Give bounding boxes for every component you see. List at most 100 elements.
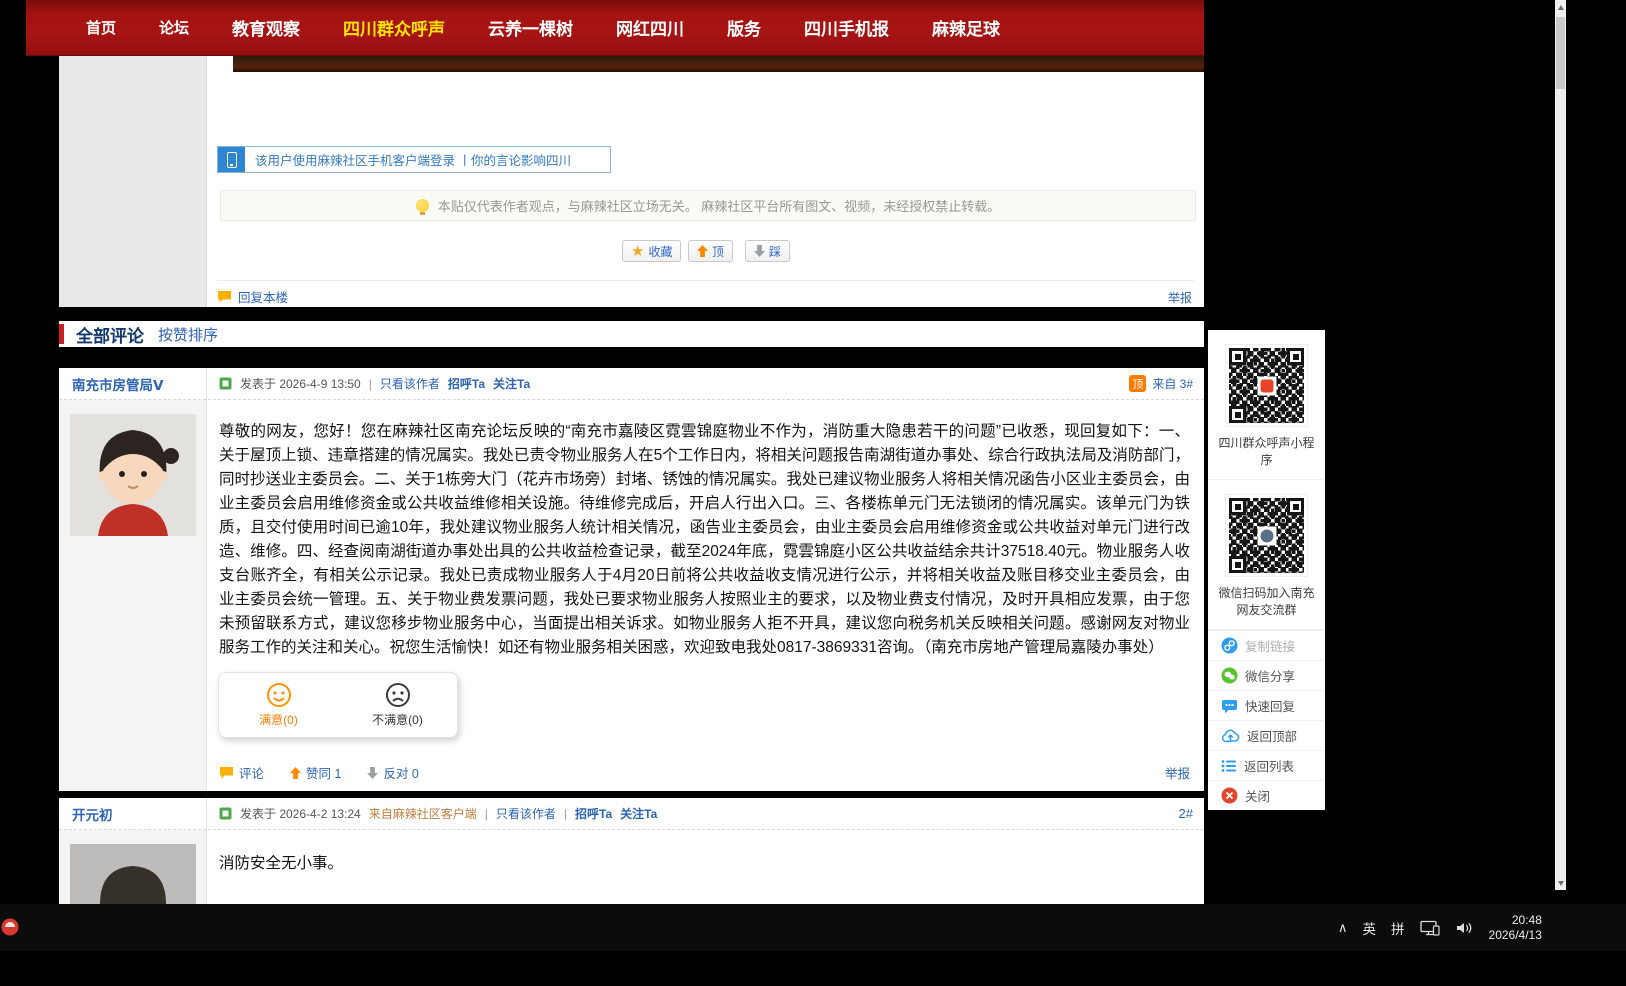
downvote-post-button[interactable]: 踩 <box>745 240 791 262</box>
bulb-icon <box>415 199 429 215</box>
unsatisfied-label: 不满意(0) <box>372 713 423 727</box>
agree-link[interactable]: 赞同 1 <box>290 763 341 782</box>
client-source-link[interactable]: 来自麻辣社区客户端 <box>369 805 477 822</box>
avatar[interactable] <box>70 844 196 904</box>
report-link[interactable]: 举报 <box>1168 289 1192 306</box>
miniprogram-qr-caption: 四川群众呼声小程序 <box>1218 436 1315 467</box>
floor-number-link[interactable]: 2# <box>1179 806 1193 821</box>
only-author-link[interactable]: 只看该作者 <box>496 805 556 822</box>
ime-pinyin-indicator[interactable]: 拼 <box>1391 918 1405 938</box>
satisfied-button[interactable]: 满意(0) <box>219 673 338 737</box>
comment-meta-row: 发表于 2026-4-9 13:50 | 只看该作者 招呼Ta 关注Ta 顶 来… <box>208 368 1204 400</box>
taskbar-app-icon[interactable] <box>1 914 21 945</box>
report-link[interactable]: 举报 <box>1165 763 1190 782</box>
taskbar-clock[interactable]: 20:48 2026/4/13 <box>1489 913 1542 943</box>
back-to-top-button[interactable]: 返回顶部 <box>1208 720 1325 750</box>
post-time: 发表于 2026-4-9 13:50 <box>240 377 361 391</box>
comment-card: 南充市房管局Ⅴ 发表于 2026-4-9 13:50 | 只看该作者 招呼Ta … <box>59 368 1204 791</box>
phone-icon <box>218 147 245 172</box>
separator: | <box>563 806 568 821</box>
disclaimer-bar: 本贴仅代表作者观点，与麻辣社区立场无关。 麻辣社区平台所有图文、视频，未经授权禁… <box>220 190 1196 221</box>
sort-by-likes-link[interactable]: 按赞排序 <box>158 324 218 345</box>
comment-reply-link[interactable]: 评论 <box>219 763 264 782</box>
satisfied-label: 满意(0) <box>259 713 298 727</box>
comment-meta-right: 顶 来自 3# <box>1129 375 1193 392</box>
mobile-client-notice-text: 该用户使用麻辣社区手机客户端登录 丨你的言论影响四川 <box>255 154 571 168</box>
qr-center-logo <box>1257 526 1276 545</box>
tray-expand-icon[interactable]: ∧ <box>1338 920 1348 936</box>
back-to-list-button[interactable]: 返回列表 <box>1208 750 1325 780</box>
nav-item-education[interactable]: 教育观察 <box>232 15 300 40</box>
arrow-down-icon <box>754 245 765 257</box>
section-marker <box>59 324 64 344</box>
favorite-button[interactable]: ★ 收藏 <box>622 240 682 262</box>
follow-link[interactable]: 关注Ta <box>620 805 657 822</box>
comment-author-link[interactable]: 开元初 <box>72 804 113 824</box>
follow-link[interactable]: 关注Ta <box>493 375 530 392</box>
comment-body: 消防安全无小事。 <box>219 855 344 872</box>
comment-author-link[interactable]: 南充市房管局Ⅴ <box>72 374 163 394</box>
mobile-client-notice[interactable]: 该用户使用麻辣社区手机客户端登录 丨你的言论影响四川 <box>217 146 611 173</box>
arrow-up-icon <box>290 766 302 779</box>
nav-item-voice-of-people[interactable]: 四川群众呼声 <box>343 15 445 40</box>
author-row: 开元初 <box>59 798 206 830</box>
taskbar: ∧ 英 拼 20:48 2026/4/13 <box>0 904 1626 951</box>
wechat-group-qr-section: 微信扫码加入南充网友交流群 <box>1208 480 1325 630</box>
unsatisfied-button[interactable]: 不满意(0) <box>338 673 457 737</box>
separator: | <box>484 806 488 821</box>
comment-body: 尊敬的网友，您好！您在麻辣社区南充论坛反映的“南充市嘉陵区霓雲锦庭物业不作为，消… <box>219 423 1190 656</box>
nav-item-mobile-news[interactable]: 四川手机报 <box>804 15 889 40</box>
miniprogram-qr-code <box>1225 344 1308 427</box>
nav-item-home[interactable]: 首页 <box>86 17 116 38</box>
comment-footer: 评论 赞同 1 反对 0 举报 <box>219 763 1190 782</box>
greet-link[interactable]: 招呼Ta <box>575 805 612 822</box>
comment-meta-right: 2# <box>1179 806 1193 821</box>
nav-item-internet-famous[interactable]: 网红四川 <box>616 15 684 40</box>
wechat-group-qr-code <box>1225 494 1308 577</box>
clock-time: 20:48 <box>1511 912 1542 927</box>
nav-item-moderation[interactable]: 版务 <box>727 15 761 40</box>
ime-english-indicator[interactable]: 英 <box>1363 918 1377 938</box>
divider <box>217 280 1194 281</box>
connect-device-icon[interactable] <box>1419 920 1440 936</box>
nav-item-forum[interactable]: 论坛 <box>159 17 189 38</box>
wechat-icon <box>1221 667 1238 684</box>
copy-link-button[interactable]: 复制链接 <box>1208 630 1325 660</box>
list-icon <box>1221 759 1236 772</box>
favorite-label: 收藏 <box>648 244 673 259</box>
nav-item-football[interactable]: 麻辣足球 <box>932 15 1000 40</box>
post-time: 发表于 2026-4-2 13:24 <box>240 807 361 821</box>
wechat-share-button[interactable]: 微信分享 <box>1208 660 1325 690</box>
comments-title: 全部评论 <box>76 326 144 346</box>
miniprogram-qr-section: 四川群众呼声小程序 <box>1208 330 1325 480</box>
from-floor-link[interactable]: 来自 3# <box>1152 375 1193 392</box>
upvote-label: 顶 <box>712 244 725 259</box>
scroll-up-button[interactable] <box>1555 0 1566 14</box>
close-button[interactable]: 关闭 <box>1208 780 1325 810</box>
separator: | <box>368 376 372 391</box>
reply-floor-label: 回复本楼 <box>238 291 289 305</box>
nav-item-tree[interactable]: 云养一棵树 <box>488 15 573 40</box>
scrollbar-thumb[interactable] <box>1556 17 1565 89</box>
upvote-post-button[interactable]: 顶 <box>688 240 734 262</box>
scroll-down-button[interactable] <box>1555 876 1566 890</box>
only-author-link[interactable]: 只看该作者 <box>380 375 440 392</box>
reply-floor-link[interactable]: 回复本楼 <box>217 287 288 306</box>
chat-bubble-icon <box>220 767 233 779</box>
star-icon: ★ <box>631 242 645 260</box>
floor-icon <box>219 807 232 820</box>
floor-icon <box>219 377 232 390</box>
comment-author-column: 南充市房管局Ⅴ <box>59 368 207 791</box>
disclaimer-text: 本贴仅代表作者观点，与麻辣社区立场无关。 麻辣社区平台所有图文、视频，未经授权禁… <box>437 199 1001 214</box>
oppose-link[interactable]: 反对 0 <box>367 763 419 782</box>
avatar[interactable] <box>70 414 196 541</box>
qr-center-logo <box>1257 376 1276 395</box>
scrollbar[interactable] <box>1555 0 1566 890</box>
arrow-down-icon <box>367 766 379 779</box>
quick-reply-button[interactable]: 快速回复 <box>1208 690 1325 720</box>
greet-link[interactable]: 招呼Ta <box>448 375 485 392</box>
frown-icon <box>385 683 410 707</box>
volume-icon[interactable] <box>1455 921 1474 935</box>
comment-main: 发表于 2026-4-2 13:24 来自麻辣社区客户端 | 只看该作者 | 招… <box>208 798 1204 904</box>
link-icon <box>1221 637 1238 654</box>
